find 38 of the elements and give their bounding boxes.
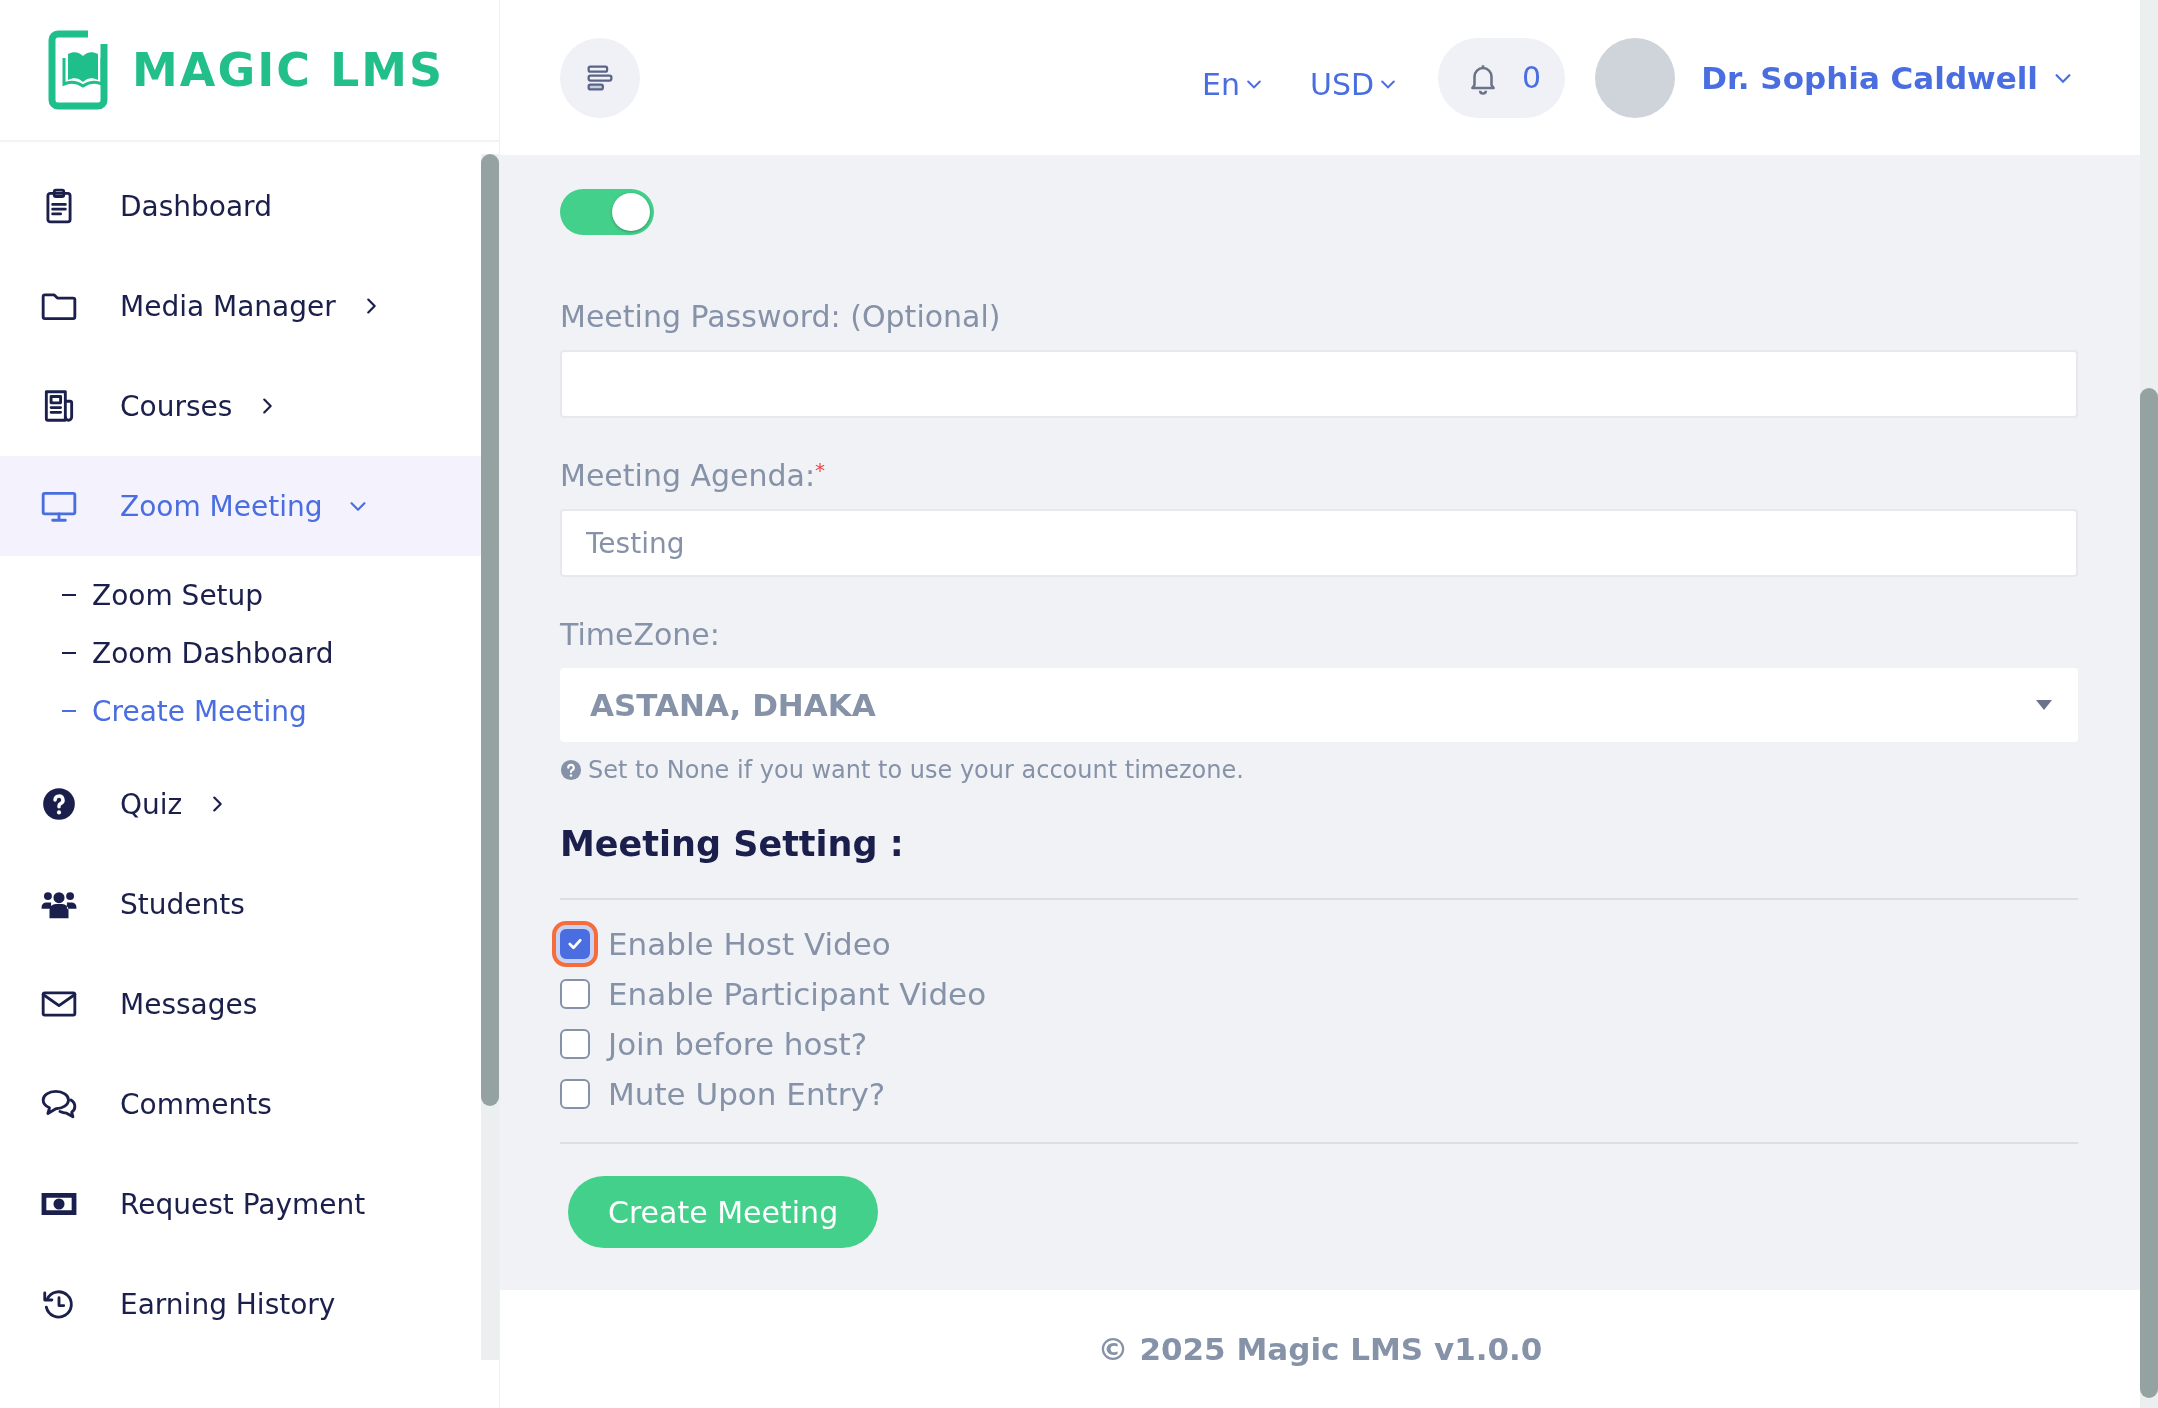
currency-dropdown[interactable]: USD — [1304, 52, 1405, 103]
checkbox[interactable] — [560, 979, 590, 1009]
field-label: Meeting Agenda:* — [560, 458, 827, 493]
help-text: Set to None if you want to use your account timezone. — [588, 756, 1244, 784]
sidebar-item[interactable]: Courses — [0, 356, 481, 456]
sidebar-item[interactable]: Zoom Meeting — [0, 456, 481, 556]
submenu-item[interactable]: Zoom Dashboard — [62, 624, 481, 682]
field-label: TimeZone: — [560, 617, 721, 652]
notifications-button[interactable]: 0 — [1438, 37, 1566, 118]
section-heading: Meeting Setting : — [560, 824, 905, 864]
checkbox[interactable] — [560, 1079, 590, 1109]
sidebar-item[interactable]: Quiz — [0, 754, 481, 854]
sidebar-item[interactable]: Students — [0, 854, 481, 954]
submenu-item[interactable]: Create Meeting — [62, 682, 481, 740]
scrollbar-thumb[interactable] — [481, 154, 499, 1106]
checkbox[interactable] — [560, 1029, 590, 1059]
footer-text: © 2025 Magic LMS v1.0.0 — [1097, 1331, 1543, 1367]
question-icon — [560, 759, 582, 781]
checkbox-label: Join before host? — [608, 1026, 868, 1062]
sidebar-item[interactable]: Dashboard — [0, 156, 481, 256]
logo-text: MAGIC LMS — [132, 43, 445, 97]
checkbox-label: Enable Host Video — [608, 926, 891, 962]
sidebar-item[interactable]: Request Payment — [0, 1154, 481, 1254]
recurring-toggle[interactable] — [560, 189, 654, 235]
sidebar-item[interactable]: Comments — [0, 1054, 481, 1154]
field-label: Meeting Password: (Optional) — [560, 299, 1002, 334]
password-field[interactable] — [560, 350, 2078, 418]
submenu-item[interactable]: Zoom Setup — [62, 566, 481, 624]
scrollbar-thumb[interactable] — [2140, 388, 2158, 1398]
checkbox-label: Enable Participant Video — [608, 976, 987, 1012]
question-icon — [40, 785, 78, 823]
sidebar-item[interactable]: Media Manager — [0, 256, 481, 356]
language-dropdown[interactable]: En — [1196, 52, 1270, 103]
sidebar-item[interactable]: Earning History — [0, 1254, 481, 1354]
user-menu[interactable]: Dr. Sophia Caldwell — [1695, 58, 2080, 97]
caret-down-icon — [2036, 700, 2052, 710]
sidebar-item[interactable]: Messages — [0, 954, 481, 1054]
checkbox-label: Mute Upon Entry? — [608, 1076, 886, 1112]
